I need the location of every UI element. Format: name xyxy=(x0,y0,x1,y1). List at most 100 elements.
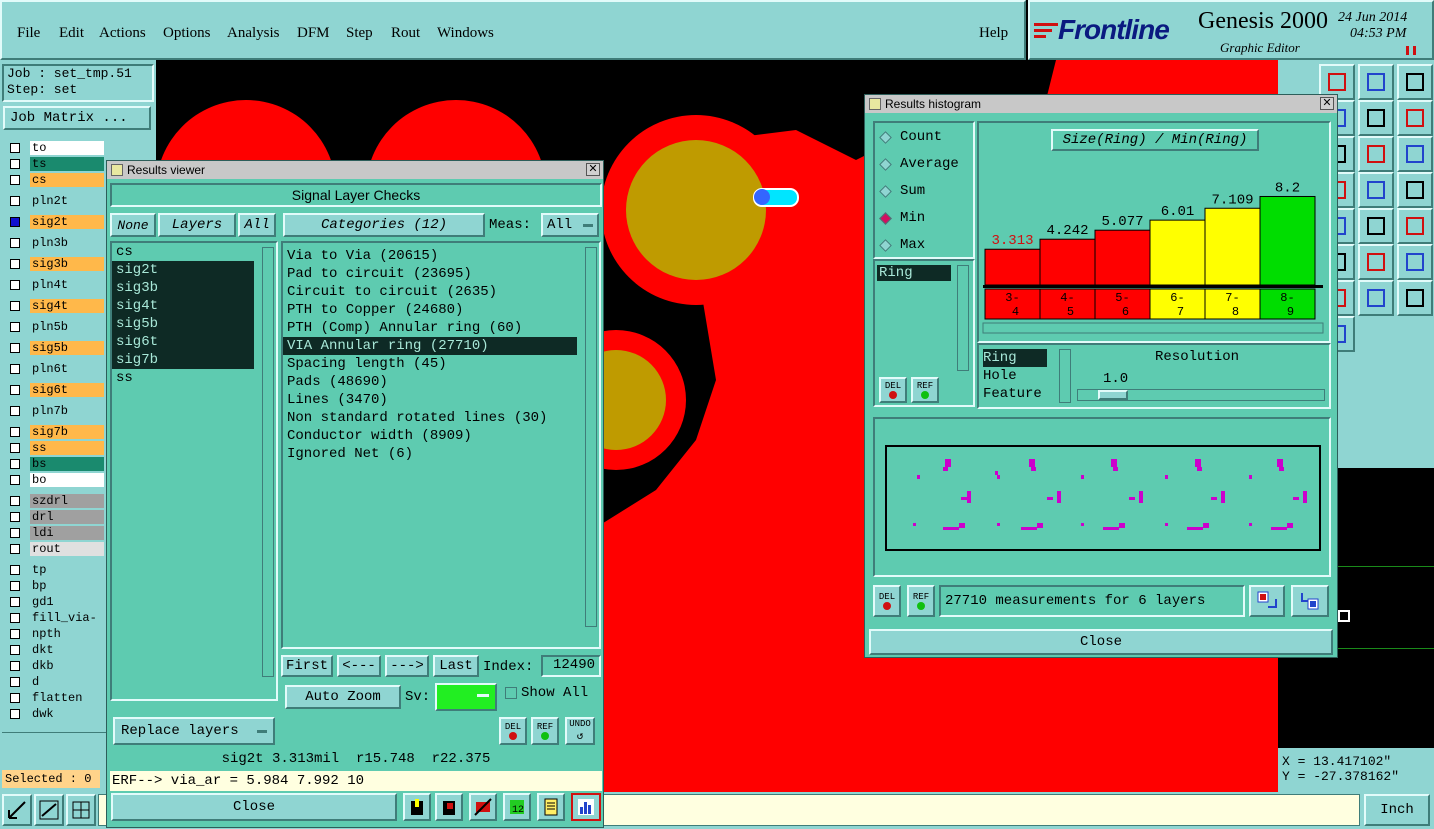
layer-row-sig3b[interactable]: sig3b xyxy=(4,256,104,271)
category-item[interactable]: VIA Annular ring (27710) xyxy=(283,337,577,355)
menu-options[interactable]: Options xyxy=(163,25,211,42)
option-max[interactable]: Max xyxy=(879,237,925,253)
layer-checkbox[interactable] xyxy=(10,458,20,469)
layer-name[interactable]: pln4t xyxy=(30,277,104,292)
histogram-bar[interactable] xyxy=(1094,229,1151,286)
del-button[interactable]: DEL xyxy=(499,717,527,745)
export-icon[interactable] xyxy=(1249,585,1285,617)
meas-selector[interactable]: All xyxy=(541,213,599,237)
layer-row-sig4t[interactable]: sig4t xyxy=(4,298,104,313)
menu-edit[interactable]: Edit xyxy=(59,25,84,42)
layer-row-sig6t[interactable]: sig6t xyxy=(4,382,104,397)
layer-name[interactable]: dwk xyxy=(30,706,104,721)
layer-name[interactable]: bp xyxy=(30,578,104,593)
layer-row-dwk[interactable]: dwk xyxy=(4,706,104,721)
layer-checkbox[interactable] xyxy=(10,644,20,655)
category-item[interactable]: PTH (Comp) Annular ring (60) xyxy=(283,319,577,337)
layer-checkbox[interactable] xyxy=(10,527,20,538)
layer-name[interactable]: pln3b xyxy=(30,235,104,250)
layer-checkbox[interactable] xyxy=(10,474,20,485)
grid-dot-icon[interactable] xyxy=(1397,172,1433,208)
layer-checkbox[interactable] xyxy=(10,660,20,671)
zoom-fit-icon[interactable] xyxy=(2,794,32,826)
home-icon[interactable] xyxy=(1397,64,1433,100)
layer-checkbox[interactable] xyxy=(10,405,20,416)
layer-checkbox[interactable] xyxy=(10,195,20,206)
layer-name[interactable]: npth xyxy=(30,626,104,641)
ruler-icon[interactable] xyxy=(1358,172,1394,208)
layer-name[interactable]: szdrl xyxy=(30,493,104,508)
layer-name[interactable]: ts xyxy=(30,156,104,171)
layer-name[interactable]: gd1 xyxy=(30,594,104,609)
layer-name[interactable]: ss xyxy=(30,440,104,455)
layer-row-pln5b[interactable]: pln5b xyxy=(4,319,104,334)
layer-name[interactable]: d xyxy=(30,674,104,689)
layer-row-pln7b[interactable]: pln7b xyxy=(4,403,104,418)
undo-button[interactable]: UNDO ↺ xyxy=(565,717,595,745)
layer-list-scrollbar[interactable] xyxy=(262,247,274,677)
close-button[interactable]: Close xyxy=(111,793,397,821)
measure-list[interactable]: Ring DEL REF xyxy=(873,259,975,407)
category-item[interactable]: PTH to Copper (24680) xyxy=(283,301,577,319)
histogram-titlebar[interactable]: Results histogram ✕ xyxy=(865,95,1337,113)
layer-checkbox[interactable] xyxy=(10,321,20,332)
hist-ref-button[interactable]: REF xyxy=(911,377,939,403)
category-item[interactable]: Circuit to circuit (2635) xyxy=(283,283,577,301)
scale-icon[interactable] xyxy=(1358,136,1394,172)
menu-file[interactable]: File xyxy=(17,25,40,42)
layer-checkbox[interactable] xyxy=(10,258,20,269)
measure-list-scrollbar[interactable] xyxy=(957,265,969,371)
grid-icon[interactable] xyxy=(66,794,96,826)
layer-checkbox[interactable] xyxy=(10,426,20,437)
layer-row-pln6t[interactable]: pln6t xyxy=(4,361,104,376)
layer-checkbox[interactable] xyxy=(10,580,20,591)
layer-checkbox[interactable] xyxy=(10,142,20,153)
layer-checkbox[interactable] xyxy=(10,692,20,703)
layer-checkbox[interactable] xyxy=(10,384,20,395)
histogram-bar[interactable] xyxy=(1039,238,1096,286)
menu-help[interactable]: Help xyxy=(979,25,1008,42)
menu-actions[interactable]: Actions xyxy=(99,25,146,42)
layer-row-rout[interactable]: rout xyxy=(4,541,104,556)
menu-windows[interactable]: Windows xyxy=(437,25,494,42)
route-icon[interactable] xyxy=(1358,208,1394,244)
layer-name[interactable]: tp xyxy=(30,562,104,577)
category-item[interactable]: Ignored Net (6) xyxy=(283,445,577,463)
ref-off-icon[interactable] xyxy=(469,793,497,821)
menu-rout[interactable]: Rout xyxy=(391,25,420,42)
results-viewer-titlebar[interactable]: Results viewer ✕ xyxy=(107,161,603,179)
category-item[interactable]: Non standard rotated lines (30) xyxy=(283,409,577,427)
layer-name[interactable]: to xyxy=(30,140,104,155)
category-item[interactable]: Via to Via (20615) xyxy=(283,247,577,265)
slider-thumb[interactable] xyxy=(1098,390,1128,400)
help-icon[interactable] xyxy=(1397,136,1433,172)
layer-checkbox[interactable] xyxy=(10,495,20,506)
layer-row-ss[interactable]: ss xyxy=(4,440,104,455)
layer-row-dkb[interactable]: dkb xyxy=(4,658,104,673)
break-icon[interactable] xyxy=(1358,244,1394,280)
index-input[interactable]: 12490 xyxy=(541,655,601,677)
layer-result-item[interactable]: ss xyxy=(112,369,254,387)
arc-alt-icon[interactable] xyxy=(1358,280,1394,316)
option-count[interactable]: Count xyxy=(879,129,942,145)
last-button[interactable]: Last xyxy=(433,655,479,677)
compare-icon[interactable]: 12 xyxy=(503,793,531,821)
layers-button[interactable]: Layers xyxy=(158,213,236,237)
histogram-close-button[interactable]: Close xyxy=(869,629,1333,655)
categories-list[interactable]: Via to Via (20615) Pad to circuit (23695)… xyxy=(281,241,601,649)
category-item[interactable]: Conductor width (8909) xyxy=(283,427,577,445)
type-item[interactable]: Feature xyxy=(983,385,1047,403)
layer-result-item[interactable]: sig6t xyxy=(112,333,254,351)
first-button[interactable]: First xyxy=(281,655,333,677)
layer-name[interactable]: flatten xyxy=(30,690,104,705)
highlight-icon[interactable] xyxy=(403,793,431,821)
histogram-bar[interactable] xyxy=(1204,207,1261,286)
hist-del-button[interactable]: DEL xyxy=(879,377,907,403)
layer-row-pln3b[interactable]: pln3b xyxy=(4,235,104,250)
histogram-chart[interactable]: 3.313 3-4 4.242 4-5 5.077 5-6 6.01 6-7 7.109 7-8 8… xyxy=(979,153,1329,341)
layer-row-cs[interactable]: cs xyxy=(4,172,104,187)
layer-name[interactable]: pln7b xyxy=(30,403,104,418)
type-item[interactable]: Hole xyxy=(983,367,1047,385)
layer-checkbox[interactable] xyxy=(10,596,20,607)
layer-checkbox[interactable] xyxy=(10,279,20,290)
